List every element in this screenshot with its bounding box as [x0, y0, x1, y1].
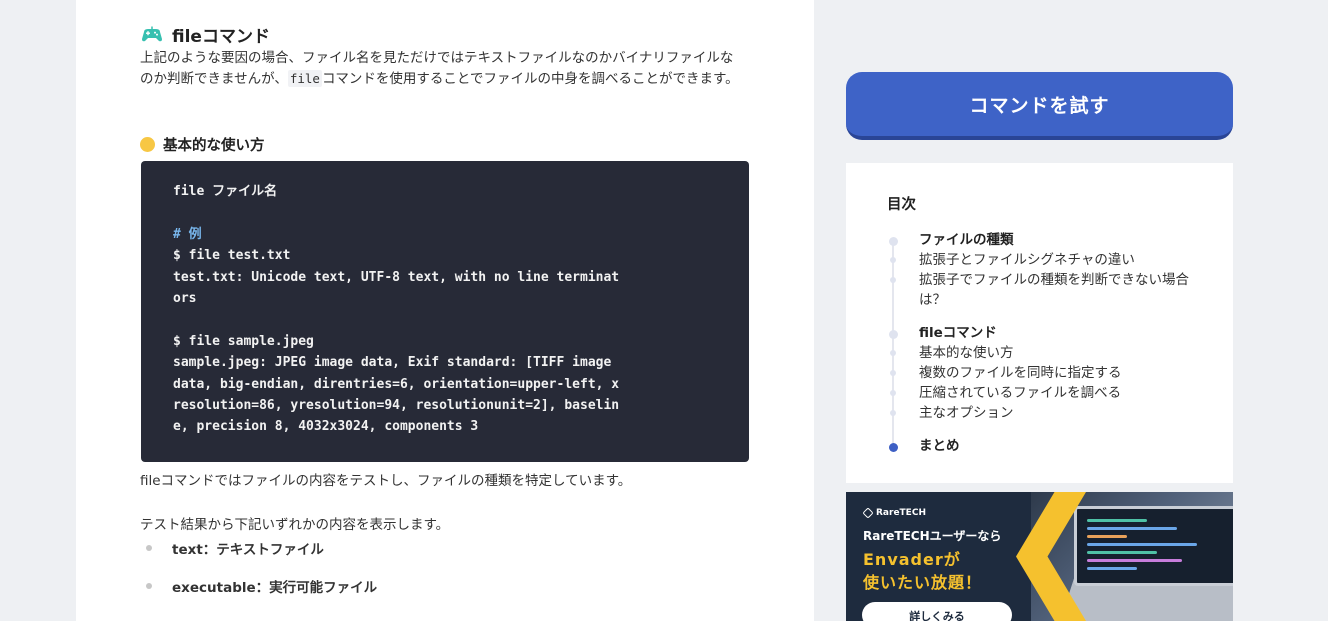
list-item: executable：実行可能ファイル	[146, 576, 377, 596]
list-item-label: executable：実行可能ファイル	[172, 580, 378, 596]
toc-item-compressed[interactable]: 圧縮されているファイルを調べる	[919, 383, 1121, 403]
toc-dot-icon	[890, 350, 896, 356]
toc-item-extension-signature[interactable]: 拡張子とファイルシグネチャの違い	[919, 250, 1135, 270]
inline-code: file	[287, 69, 322, 87]
toc-dot-icon	[890, 257, 896, 263]
subsection-heading: 基本的な使い方	[140, 134, 265, 155]
code-line: $ file test.txt	[173, 248, 291, 264]
section-heading-text: fileコマンド	[172, 27, 270, 47]
toc-item-options[interactable]: 主なオプション	[919, 403, 1014, 423]
toc-line	[892, 243, 894, 448]
subsection-heading-text: 基本的な使い方	[163, 138, 265, 154]
code-line: data, big-endian, direntries=6, orientat…	[173, 376, 620, 392]
code-line: file ファイル名	[173, 184, 278, 199]
intro-paragraph: 上記のような要因の場合、ファイル名を見ただけではテキストファイルなのかバイナリフ…	[140, 49, 745, 89]
toc-dot-active-icon	[889, 443, 898, 452]
toc-title: 目次	[887, 197, 916, 213]
after-code-text: fileコマンドではファイルの内容をテストし、ファイルの種類を特定しています。	[140, 473, 632, 489]
code-comment: # 例	[173, 226, 202, 242]
gamepad-icon	[142, 26, 162, 41]
intro-text-2: コマンドを使用することでファイルの中身を調べることができます。	[321, 70, 739, 87]
toc-dot-icon	[890, 410, 896, 416]
toc-dot-icon	[890, 277, 896, 283]
code-line: resolution=86, yresolution=94, resolutio…	[173, 397, 620, 413]
code-line: $ file sample.jpeg	[173, 333, 314, 349]
toc-dot-icon	[890, 390, 896, 396]
table-of-contents: 目次 ファイルの種類 拡張子とファイルシグネチャの違い 拡張子でファイルの種類を…	[846, 163, 1233, 483]
banner-subtitle: RareTECHユーザーなら	[863, 529, 1002, 543]
list-item-label: text：テキストファイル	[172, 542, 324, 558]
rare-tech-logo-icon	[862, 507, 874, 519]
code-line: ors	[173, 290, 197, 306]
list-item: text：テキストファイル	[146, 538, 377, 558]
toc-item-basic-usage[interactable]: 基本的な使い方	[919, 343, 1014, 363]
bullet-icon	[146, 583, 152, 589]
code-line: e, precision 8, 4032x3024, components 3	[173, 419, 479, 435]
promo-banner[interactable]: RareTECH RareTECHユーザーなら Envaderが 使いたい放題！…	[846, 492, 1233, 621]
banner-headline-1: Envaderが	[863, 550, 961, 569]
bullet-icon	[146, 545, 152, 551]
toc-dot-icon	[890, 370, 896, 376]
toc-item-cannot-judge[interactable]: 拡張子でファイルの種類を判断できない場合は？	[919, 270, 1199, 310]
result-intro-text: テスト結果から下記いずれかの内容を表示します。	[140, 517, 450, 533]
banner-headline-2: 使いたい放題！	[863, 573, 983, 592]
code-block: file ファイル名 # 例 $ file test.txt test.txt:…	[141, 161, 749, 462]
toc-item-multiple-files[interactable]: 複数のファイルを同時に指定する	[919, 363, 1122, 383]
code-line: test.txt: Unicode text, UTF-8 text, with…	[173, 269, 620, 285]
laptop-image	[1074, 506, 1233, 586]
toc-dot-icon	[889, 330, 898, 339]
result-list: text：テキストファイル executable：実行可能ファイル	[146, 538, 377, 614]
toc-item-summary[interactable]: まとめ	[919, 436, 960, 456]
banner-brand: RareTECH	[862, 507, 926, 519]
toc-dot-icon	[889, 237, 898, 246]
banner-brand-text: RareTECH	[876, 508, 926, 518]
code-line: sample.jpeg: JPEG image data, Exif stand…	[173, 355, 612, 371]
section-heading: fileコマンド	[140, 22, 270, 47]
try-command-button[interactable]: コマンドを試す	[846, 72, 1233, 140]
toc-item-file-command[interactable]: fileコマンド	[919, 323, 997, 343]
bullet-dot-icon	[140, 137, 155, 152]
toc-item-file-types[interactable]: ファイルの種類	[919, 230, 1014, 250]
banner-more-button[interactable]: 詳しくみる	[862, 602, 1012, 621]
